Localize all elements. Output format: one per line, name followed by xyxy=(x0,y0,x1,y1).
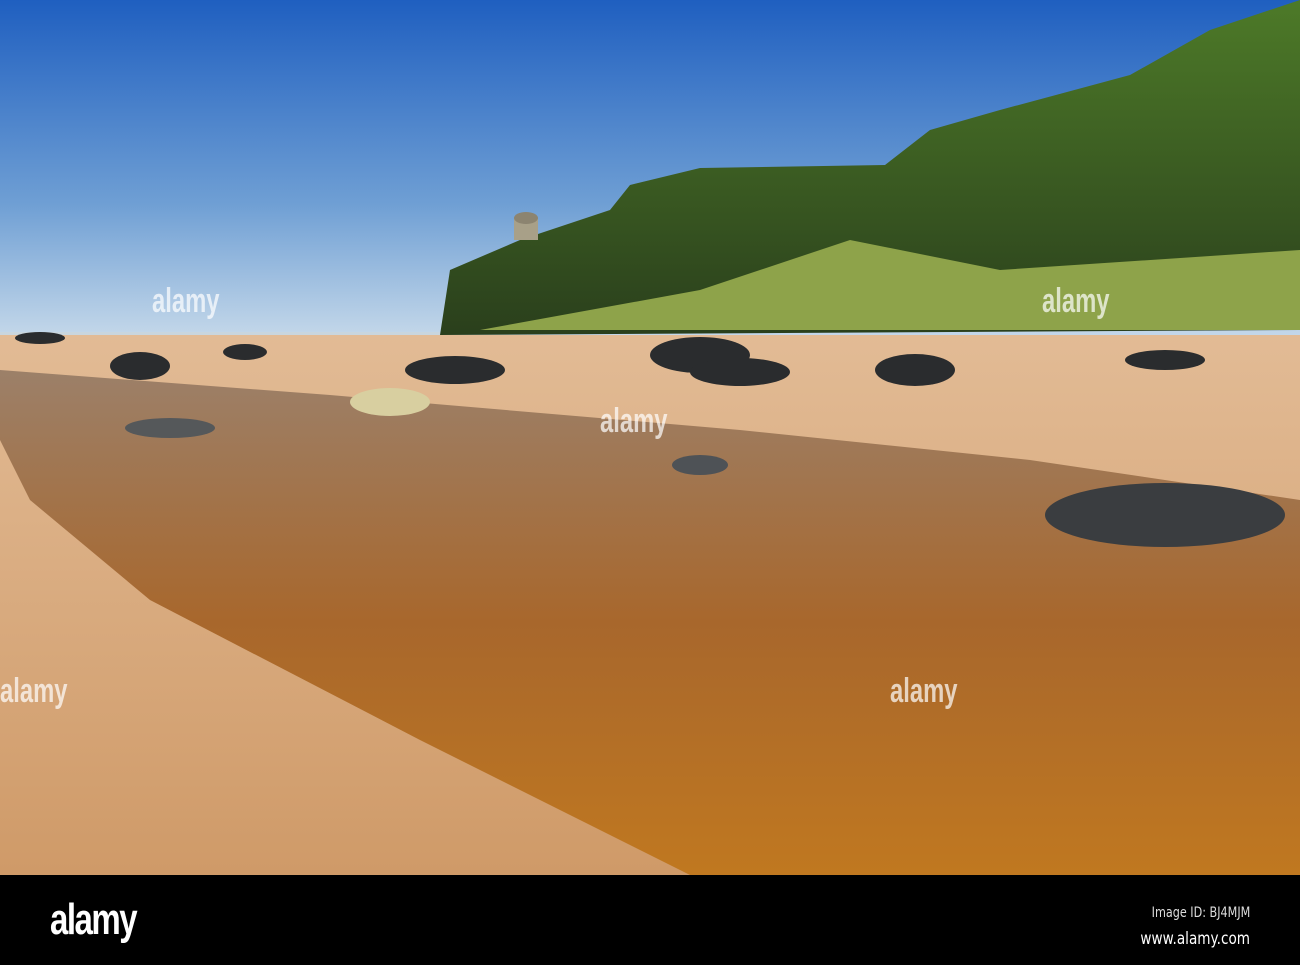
watermark: alamy xyxy=(1042,282,1110,320)
watermark: alamy xyxy=(152,282,220,320)
stock-photo: alamy alamy alamy alamy alamy alamy Imag… xyxy=(0,0,1300,965)
watermark: alamy xyxy=(0,672,68,710)
website-link[interactable]: www.alamy.com xyxy=(1140,929,1250,949)
watermark: alamy xyxy=(890,672,958,710)
image-id: Image ID: BJ4MJM xyxy=(1151,905,1250,921)
footer-bar: alamy Image ID: BJ4MJM www.alamy.com xyxy=(0,875,1300,965)
watermark: alamy xyxy=(600,402,668,440)
alamy-logo: alamy xyxy=(50,895,138,944)
